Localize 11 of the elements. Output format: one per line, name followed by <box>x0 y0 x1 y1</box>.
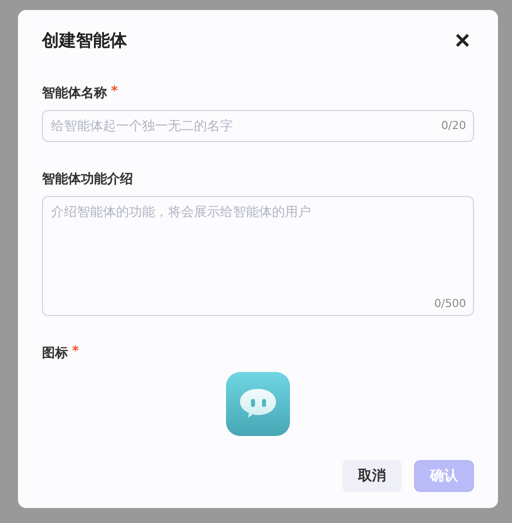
cancel-button[interactable]: 取消 <box>342 460 402 492</box>
dialog-title: 创建智能体 <box>42 30 127 52</box>
field-label: 图标 <box>42 345 68 362</box>
field-label: 智能体功能介绍 <box>42 171 133 188</box>
character-count: 0/500 <box>434 297 466 310</box>
chat-bubble-icon[interactable] <box>226 372 290 436</box>
required-mark: * <box>111 84 118 99</box>
required-mark: * <box>72 344 79 359</box>
close-button[interactable]: × <box>450 28 474 52</box>
character-count: 0/20 <box>441 119 466 132</box>
field-label: 智能体名称 <box>42 85 107 102</box>
